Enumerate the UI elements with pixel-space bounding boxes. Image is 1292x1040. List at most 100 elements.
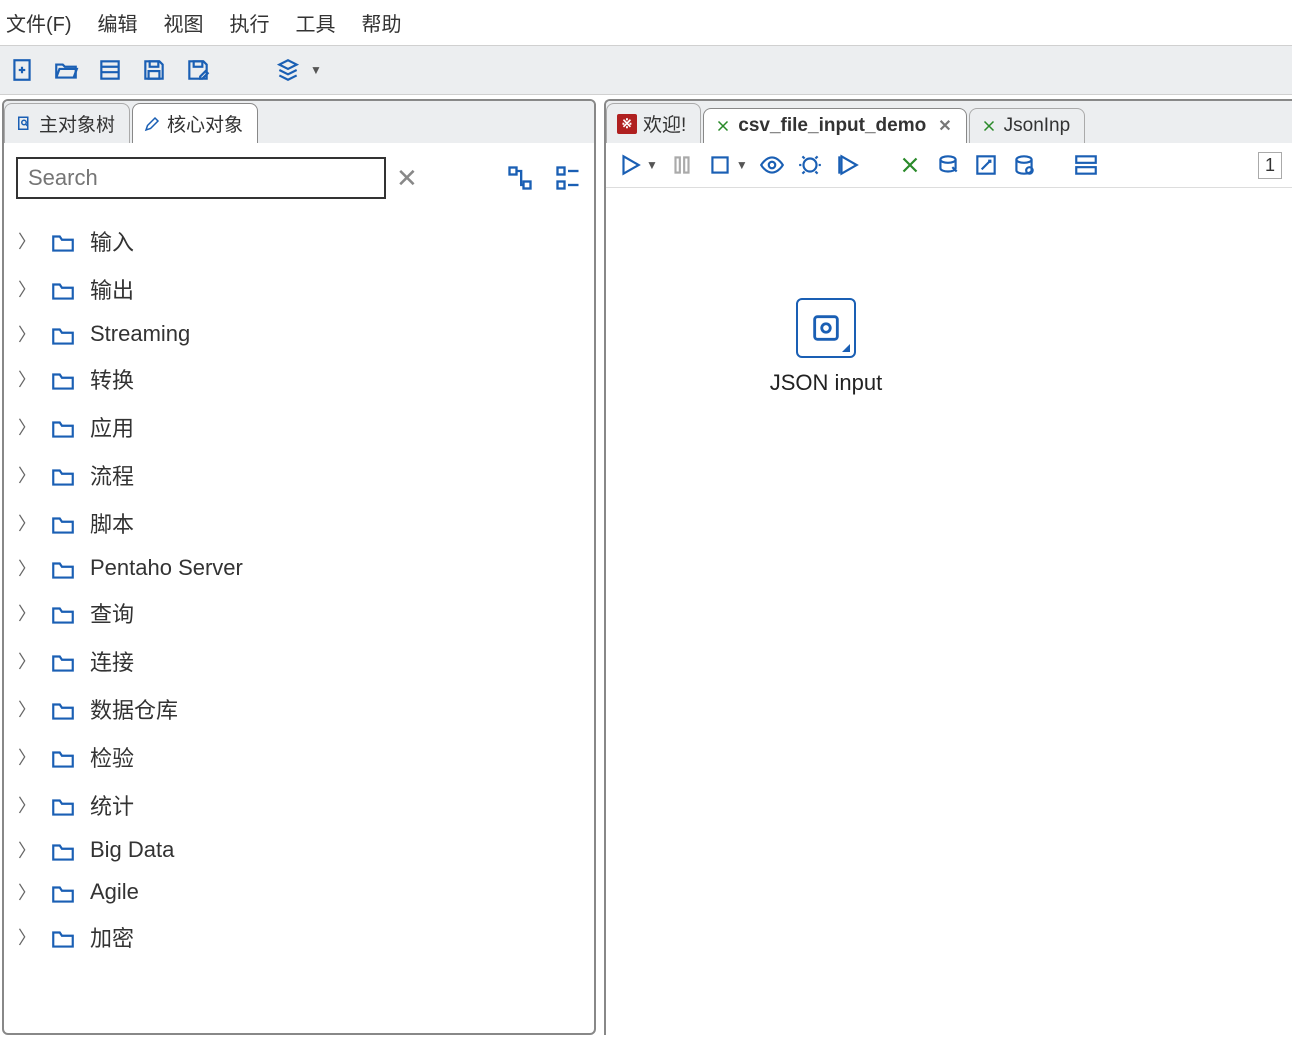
perspective-dropdown-icon[interactable]: ▼ xyxy=(310,63,322,77)
menu-help[interactable]: 帮助 xyxy=(362,8,402,37)
canvas[interactable]: JSON input xyxy=(606,188,1292,1035)
tree-item[interactable]: 〉连接 xyxy=(4,637,594,685)
tab-jsoninput[interactable]: JsonInp xyxy=(969,108,1086,143)
menu-file[interactable]: 文件(F) xyxy=(6,8,72,37)
tree-item[interactable]: 〉转换 xyxy=(4,355,594,403)
folder-icon xyxy=(50,416,76,438)
tab-main-object-tree[interactable]: 主对象树 xyxy=(4,103,130,143)
open-file-icon[interactable] xyxy=(52,56,80,84)
tree-item[interactable]: 〉加密 xyxy=(4,913,594,961)
tab-label: csv_file_input_demo xyxy=(738,115,926,137)
new-file-icon[interactable] xyxy=(8,56,36,84)
tree-item-label: 输入 xyxy=(90,225,134,257)
show-results-icon[interactable] xyxy=(1072,151,1100,179)
tree-item[interactable]: 〉查询 xyxy=(4,589,594,637)
json-input-node[interactable]: JSON input xyxy=(736,298,916,396)
explore-icon[interactable] xyxy=(96,56,124,84)
welcome-icon: ※ xyxy=(617,114,637,134)
tree-item-label: 流程 xyxy=(90,459,134,491)
folder-icon xyxy=(50,323,76,345)
tab-welcome[interactable]: ※ 欢迎! xyxy=(606,103,701,143)
chevron-right-icon: 〉 xyxy=(18,600,36,626)
folder-icon xyxy=(50,557,76,579)
tab-core-objects[interactable]: 核心对象 xyxy=(132,103,258,143)
tree-item-label: Agile xyxy=(90,879,139,905)
perspective-icon[interactable] xyxy=(274,56,302,84)
tree-item-label: Big Data xyxy=(90,837,174,863)
tree-item[interactable]: 〉 Agile xyxy=(4,871,594,913)
folder-icon xyxy=(50,602,76,624)
tree-item[interactable]: 〉 检验 xyxy=(4,733,594,781)
folder-icon xyxy=(50,368,76,390)
verify-icon[interactable] xyxy=(896,151,924,179)
tree-item-label: Streaming xyxy=(90,321,190,347)
core-objects-tree: 〉输入〉输出〉Streaming〉转换〉应用〉流程〉脚本〉Pentaho Ser… xyxy=(4,213,594,965)
folder-icon xyxy=(50,698,76,720)
tab-label: 欢迎! xyxy=(643,110,686,137)
folder-icon xyxy=(50,794,76,816)
impact-icon[interactable] xyxy=(934,151,962,179)
zoom-level[interactable]: 1 xyxy=(1258,152,1282,179)
chevron-right-icon: 〉 xyxy=(18,879,36,905)
preview-icon[interactable] xyxy=(758,151,786,179)
replay-icon[interactable] xyxy=(834,151,862,179)
debug-icon[interactable] xyxy=(796,151,824,179)
save-icon[interactable] xyxy=(140,56,168,84)
chevron-right-icon: 〉 xyxy=(18,696,36,722)
tree-item-label: 应用 xyxy=(90,411,134,443)
menu-edit[interactable]: 编辑 xyxy=(98,8,138,37)
menu-run[interactable]: 执行 xyxy=(230,8,270,37)
main-toolbar: ▼ xyxy=(0,45,1292,95)
search-input[interactable] xyxy=(16,157,386,199)
collapse-all-icon[interactable] xyxy=(554,164,582,192)
chevron-right-icon: 〉 xyxy=(18,462,36,488)
chevron-right-icon: 〉 xyxy=(18,744,36,770)
stop-icon[interactable] xyxy=(706,151,734,179)
search-row: ✕ xyxy=(4,143,594,213)
pencil-icon xyxy=(143,115,161,133)
tree-item[interactable]: 〉 流程 xyxy=(4,451,594,499)
transformation-icon xyxy=(980,117,998,135)
tree-item[interactable]: 〉Streaming xyxy=(4,313,594,355)
chevron-right-icon: 〉 xyxy=(18,792,36,818)
chevron-right-icon: 〉 xyxy=(18,555,36,581)
tree-item[interactable]: 〉 Big Data xyxy=(4,829,594,871)
editor-toolbar: ▼ ▼ 1 xyxy=(606,143,1292,188)
sql-icon[interactable] xyxy=(972,151,1000,179)
chevron-right-icon: 〉 xyxy=(18,837,36,863)
save-as-icon[interactable] xyxy=(184,56,212,84)
tab-label: 主对象树 xyxy=(39,110,115,137)
tree-item[interactable]: 〉输入 xyxy=(4,217,594,265)
search-doc-icon xyxy=(15,115,33,133)
chevron-right-icon: 〉 xyxy=(18,648,36,674)
right-panel: ※ 欢迎! csv_file_input_demo ✕ JsonInp ▼ ▼ xyxy=(604,99,1292,1035)
chevron-right-icon: 〉 xyxy=(18,414,36,440)
folder-icon xyxy=(50,650,76,672)
tree-item[interactable]: 〉 应用 xyxy=(4,403,594,451)
tree-item[interactable]: 〉统计 xyxy=(4,781,594,829)
pause-icon[interactable] xyxy=(668,151,696,179)
stop-dropdown-icon[interactable]: ▼ xyxy=(736,158,748,172)
menu-view[interactable]: 视图 xyxy=(164,8,204,37)
tab-csv-file-input-demo[interactable]: csv_file_input_demo ✕ xyxy=(703,108,966,143)
tree-item[interactable]: 〉Pentaho Server xyxy=(4,547,594,589)
tree-item[interactable]: 〉脚本 xyxy=(4,499,594,547)
chevron-right-icon: 〉 xyxy=(18,366,36,392)
run-icon[interactable] xyxy=(616,151,644,179)
folder-icon xyxy=(50,464,76,486)
tree-item[interactable]: 〉 数据仓库 xyxy=(4,685,594,733)
folder-icon xyxy=(50,278,76,300)
close-tab-icon[interactable]: ✕ xyxy=(938,116,951,136)
menu-tools[interactable]: 工具 xyxy=(296,8,336,37)
clear-search-icon[interactable]: ✕ xyxy=(396,163,418,194)
tree-item-label: 脚本 xyxy=(90,507,134,539)
expand-all-icon[interactable] xyxy=(506,164,534,192)
tree-item[interactable]: 〉输出 xyxy=(4,265,594,313)
run-dropdown-icon[interactable]: ▼ xyxy=(646,158,658,172)
editor-tabs: ※ 欢迎! csv_file_input_demo ✕ JsonInp xyxy=(606,101,1292,143)
folder-icon xyxy=(50,926,76,948)
tree-item-label: 检验 xyxy=(90,741,134,773)
transformation-icon xyxy=(714,117,732,135)
explore-db-icon[interactable] xyxy=(1010,151,1038,179)
tree-item-label: 数据仓库 xyxy=(90,693,178,725)
